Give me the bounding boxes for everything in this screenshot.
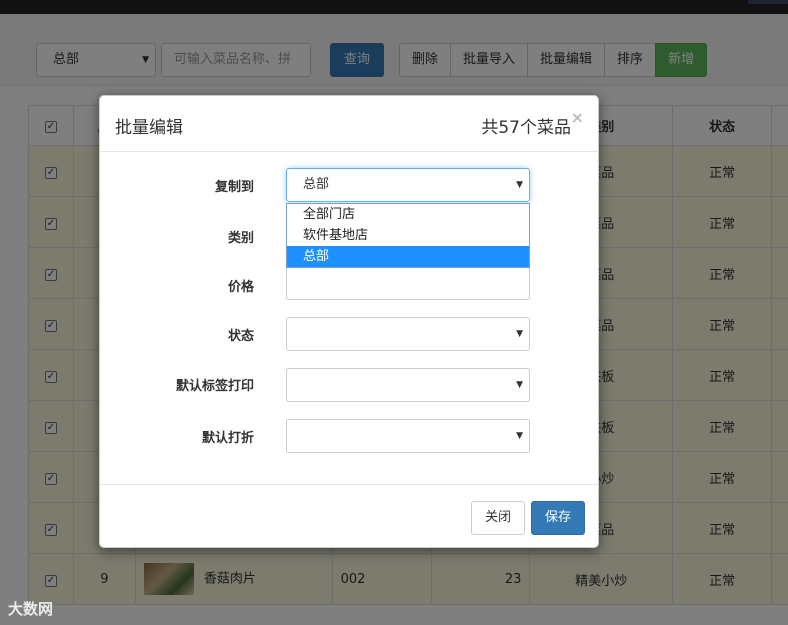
- copy-to-select[interactable]: 总部 ▼: [286, 168, 530, 202]
- batch-edit-modal: 批量编辑 共57个菜品 × 复制到 总部 ▼ 全部门店 软件基地店 总部 类别 …: [99, 95, 599, 548]
- copy-to-value: 总部: [303, 177, 330, 192]
- save-button[interactable]: 保存: [531, 501, 585, 535]
- copy-to-dropdown: 全部门店 软件基地店 总部: [286, 203, 530, 268]
- default-discount-label: 默认打折: [201, 431, 254, 446]
- default-label-print-select[interactable]: ▼: [286, 368, 530, 402]
- close-button[interactable]: 关闭: [471, 501, 525, 535]
- dropdown-option-selected[interactable]: 总部: [287, 246, 529, 267]
- category-label: 类别: [227, 231, 254, 246]
- modal-footer: 关闭 保存: [100, 484, 598, 548]
- chevron-down-icon: ▼: [516, 180, 523, 190]
- price-input[interactable]: [286, 268, 530, 300]
- chevron-down-icon: ▼: [516, 431, 523, 441]
- close-icon[interactable]: ×: [571, 108, 584, 127]
- status-label: 状态: [227, 329, 254, 344]
- default-label-print-label: 默认标签打印: [175, 379, 254, 394]
- status-select[interactable]: ▼: [286, 317, 530, 351]
- dropdown-option[interactable]: 全部门店: [287, 204, 529, 225]
- default-discount-select[interactable]: ▼: [286, 419, 530, 453]
- chevron-down-icon: ▼: [516, 380, 523, 390]
- copy-to-label: 复制到: [214, 180, 254, 195]
- chevron-down-icon: ▼: [516, 329, 523, 339]
- modal-title: 批量编辑: [115, 118, 183, 138]
- price-label: 价格: [227, 280, 254, 295]
- watermark-logo: 大数网: [8, 600, 54, 618]
- dropdown-option[interactable]: 软件基地店: [287, 225, 529, 246]
- dish-count: 共57个菜品: [481, 118, 571, 138]
- modal-header: 批量编辑 共57个菜品 ×: [100, 96, 598, 152]
